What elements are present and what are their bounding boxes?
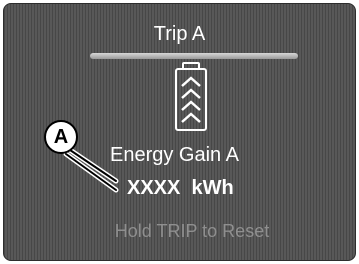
title-divider <box>90 53 298 59</box>
energy-gain-label: Energy Gain A <box>110 144 239 166</box>
reset-hint: Hold TRIP to Reset <box>114 221 270 241</box>
trip-title: Trip A <box>153 23 206 45</box>
energy-gain-value: XXXX kWh <box>127 177 234 199</box>
callout-badge-a: A <box>44 120 78 154</box>
battery-charging-icon <box>175 62 207 131</box>
